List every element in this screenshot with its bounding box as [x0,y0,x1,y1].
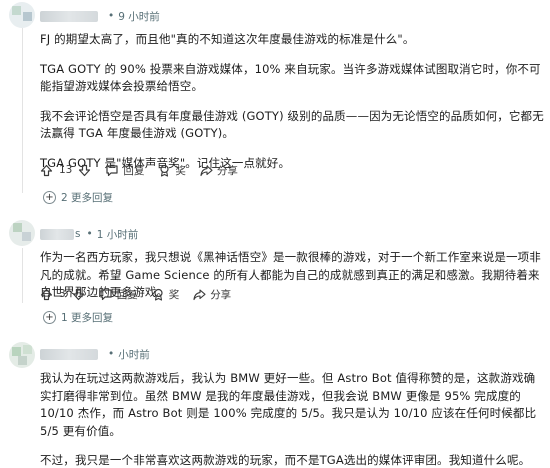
reply-button[interactable]: 回复 [105,163,144,178]
reply-label: 回复 [116,288,138,301]
vote-control: 3 [40,288,85,301]
plus-icon: + [43,191,56,204]
share-icon [200,164,213,177]
username[interactable] [40,228,74,240]
award-label: 奖 [168,288,180,301]
comment-actions: 13 回复 奖 分享 [40,160,252,180]
paragraph: TGA GOTY 的 90% 投票来自游戏媒体，10% 来自玩家。当许多游戏媒体… [40,61,541,94]
comment-actions: 3 回复 奖 分享 [40,284,245,304]
paragraph: 我不会评论悟空是否具有年度最佳游戏 (GOTY) 级别的品质——因为无论悟空的品… [40,108,544,141]
share-label: 分享 [210,288,232,301]
award-icon [152,288,165,301]
upvote-icon[interactable] [40,288,53,301]
more-replies-label: 2 更多回复 [61,192,114,204]
award-icon [158,164,171,177]
thread-line [22,248,23,303]
share-button[interactable]: 分享 [200,163,238,178]
avatar[interactable] [9,342,35,368]
paragraph: FJ 的期望太高了，而且他"真的不知道这次年度最佳游戏的标准是什么"。 [40,32,415,46]
award-label: 奖 [175,164,186,177]
award-button[interactable]: 奖 [158,163,186,178]
username[interactable] [40,10,98,22]
more-replies-label: 1 更多回复 [61,312,114,324]
upvote-icon[interactable] [40,164,53,177]
timestamp: 9 小时前 [118,10,160,23]
paragraph: 不过，我只是一个非常喜欢这两款游戏的玩家，而不是TGA选出的媒体评审团。我知道什… [40,453,531,467]
downvote-icon[interactable] [72,288,85,301]
username-suffix[interactable]: s [75,228,80,240]
thread-line [22,28,23,193]
plus-icon: + [43,311,56,324]
paragraph: 我认为在玩过这两款游戏后，我认为 BMW 更好一些。但 Astro Bot 值得… [40,371,537,438]
more-replies-button[interactable]: + 1 更多回复 [43,310,113,325]
share-icon [193,288,206,301]
award-button[interactable]: 奖 [152,287,180,302]
comment-header: s • 1 小时前 [40,225,138,243]
comment-header: • 小时前 [40,345,150,363]
share-label: 分享 [216,164,238,177]
reply-label: 回复 [123,164,145,177]
share-button[interactable]: 分享 [193,287,231,302]
downvote-icon[interactable] [78,164,91,177]
comment-icon [99,288,113,301]
comment-header: • 9 小时前 [40,7,160,25]
username[interactable] [40,348,98,360]
timestamp: 小时前 [118,348,150,361]
comment-icon [105,164,119,177]
vote-control: 13 [40,164,91,177]
avatar[interactable] [9,2,35,28]
vote-score: 3 [59,288,66,300]
timestamp: 1 小时前 [96,228,139,241]
vote-score: 13 [59,164,73,176]
comment-body: 我认为在玩过这两款游戏后，我认为 BMW 更好一些。但 Astro Bot 值得… [40,370,545,468]
avatar[interactable] [9,220,35,246]
reply-button[interactable]: 回复 [99,287,138,302]
more-replies-button[interactable]: + 2 更多回复 [43,190,113,205]
